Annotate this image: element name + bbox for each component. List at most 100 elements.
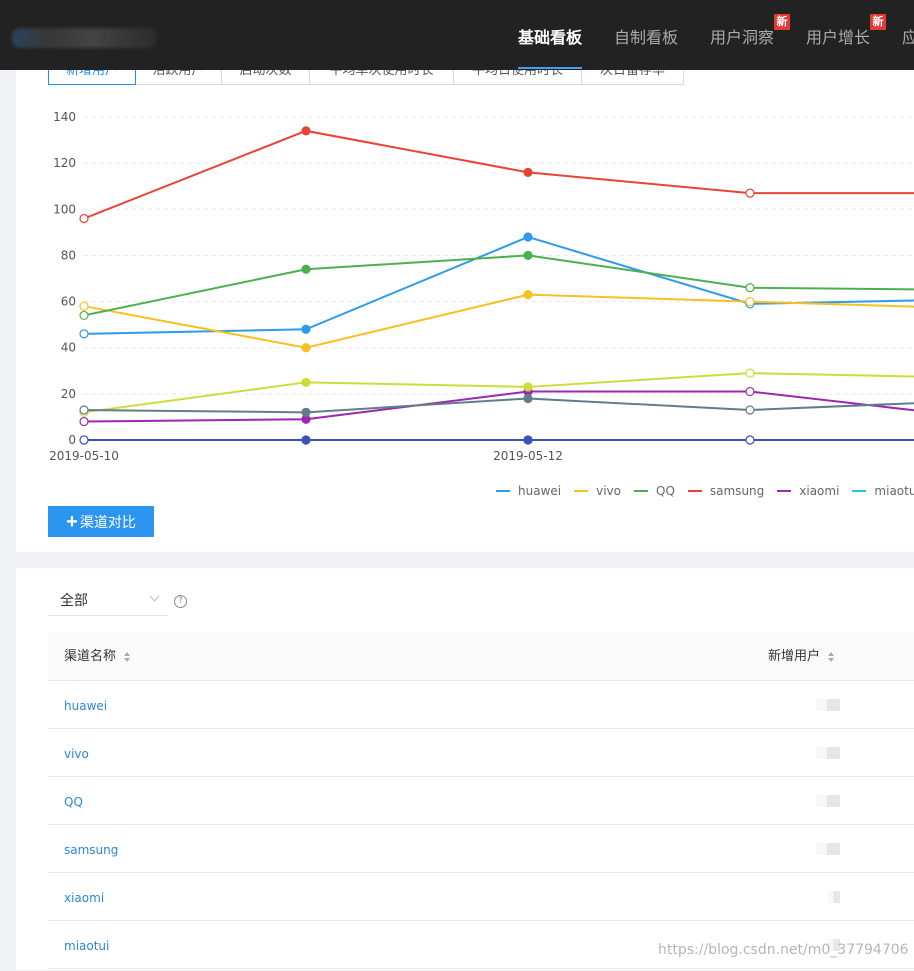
nav-item-label: 用户洞察 — [710, 28, 775, 47]
chart-card: 新增用户 活跃用户 启动次数 平均单次使用时长 平均日使用时长 次日留存率 0 20 40 60… — [16, 70, 914, 552]
new-users-value-redacted — [828, 891, 840, 903]
series-line-samsung — [83, 129, 914, 220]
data-point[interactable] — [745, 368, 755, 378]
data-point[interactable] — [523, 290, 533, 300]
x-tick-label: 2019-05-10 — [49, 449, 119, 463]
data-point[interactable] — [79, 435, 89, 445]
legend-label: vivo — [596, 484, 621, 498]
channel-name-link[interactable]: QQ — [64, 777, 83, 827]
data-point[interactable] — [523, 167, 533, 177]
nav-item-label: 用户增长 — [806, 28, 871, 47]
data-point[interactable] — [301, 264, 311, 274]
plus-icon: + — [66, 510, 78, 533]
series-line-QQ — [83, 254, 914, 317]
data-point[interactable] — [79, 405, 89, 415]
sort-icon — [828, 651, 835, 662]
nav-item-1[interactable]: 自制看板 — [614, 0, 678, 70]
nav-item-label: 应 — [902, 28, 914, 47]
channel-compare-label: 渠道对比 — [79, 513, 136, 530]
table-row: samsung — [48, 825, 914, 873]
channel-table-card: 全部 ? 渠道名称 新增用户 huawei vivo QQ samsung xiaomi… — [16, 568, 914, 970]
channel-compare-button[interactable]: + 渠道对比 — [48, 506, 154, 537]
nav-item-0[interactable]: 基础看板 — [518, 0, 583, 70]
legend-item[interactable]: xiaomi — [777, 484, 839, 498]
series-line-series-6 — [83, 372, 914, 414]
y-tick-label: 40 — [61, 341, 76, 355]
legend-label: samsung — [709, 484, 765, 498]
legend-item[interactable]: huawei — [496, 484, 561, 498]
channel-name-link[interactable]: huawei — [64, 681, 107, 731]
watermark: https://blog.csdn.net/m0_37794706 — [658, 942, 909, 958]
data-point[interactable] — [301, 126, 311, 136]
channel-name-link[interactable]: xiaomi — [64, 873, 104, 923]
legend-item[interactable]: QQ — [634, 484, 675, 498]
nav-item-3[interactable]: 用户增长新 — [806, 0, 886, 70]
series-line-huawei — [83, 235, 914, 335]
y-tick-label: 100 — [53, 202, 76, 216]
legend-swatch — [852, 490, 867, 492]
new-users-value-redacted — [816, 699, 840, 711]
data-point[interactable] — [745, 405, 755, 415]
nav-item-4[interactable]: 应 — [902, 0, 914, 70]
nav-item-label: 基础看板 — [518, 28, 583, 47]
y-tick-label: 60 — [61, 295, 76, 309]
new-users-value-redacted — [816, 795, 840, 807]
data-point[interactable] — [301, 324, 311, 334]
data-point[interactable] — [301, 435, 311, 445]
column-header-channel[interactable]: 渠道名称 — [64, 632, 131, 681]
y-tick-label: 20 — [61, 387, 76, 401]
channel-name-link[interactable]: miaotui — [64, 921, 109, 971]
chart-legend: huawei vivo QQ samsung xiaomi miaotui — [496, 484, 914, 498]
data-point[interactable] — [79, 416, 89, 427]
data-point[interactable] — [523, 435, 533, 445]
channel-filter-value: 全部 — [60, 592, 88, 609]
table-row: vivo — [48, 729, 914, 777]
legend-item[interactable]: miaotui — [852, 484, 914, 498]
data-point[interactable] — [79, 301, 89, 311]
legend-swatch — [777, 490, 792, 492]
series-line-series-7 — [83, 397, 914, 414]
new-users-value-redacted — [816, 843, 840, 855]
data-point[interactable] — [79, 329, 89, 339]
legend-swatch — [496, 490, 510, 492]
series-line-vivo — [83, 293, 914, 349]
legend-swatch — [634, 490, 648, 492]
channel-name-link[interactable]: vivo — [64, 729, 89, 779]
legend-item[interactable]: vivo — [574, 484, 621, 498]
question-circle-icon[interactable]: ? — [174, 595, 187, 608]
data-point[interactable] — [301, 343, 311, 353]
data-point[interactable] — [523, 250, 533, 261]
channel-name-link[interactable]: samsung — [64, 825, 118, 875]
table-row: huawei — [48, 681, 914, 729]
table-row: QQ — [48, 777, 914, 825]
line-chart: 0 20 40 60 80 100 120 140 2019-05-10 2019-05-12 — [49, 110, 914, 463]
legend-label: xiaomi — [799, 484, 840, 498]
data-point[interactable] — [79, 310, 89, 321]
y-tick-label: 140 — [53, 110, 76, 124]
data-point[interactable] — [745, 188, 755, 198]
nav-item-label: 自制看板 — [614, 28, 679, 47]
table-header: 渠道名称 新增用户 — [48, 632, 914, 681]
data-point[interactable] — [745, 283, 755, 293]
nav-item-2[interactable]: 用户洞察新 — [710, 0, 790, 70]
column-header-new-users[interactable]: 新增用户 — [768, 632, 835, 681]
legend-item[interactable]: samsung — [687, 484, 765, 498]
sort-icon — [124, 651, 131, 662]
data-point[interactable] — [745, 386, 755, 397]
x-tick-label: 2019-05-12 — [493, 449, 563, 463]
legend-swatch — [687, 490, 702, 492]
data-point[interactable] — [301, 407, 311, 417]
legend-label: miaotui — [874, 484, 914, 498]
y-tick-label: 0 — [68, 433, 76, 447]
data-point[interactable] — [745, 296, 755, 307]
channel-filter-select[interactable]: 全部 — [48, 584, 168, 616]
data-point[interactable] — [745, 435, 755, 445]
data-point[interactable] — [523, 382, 533, 392]
legend-label: QQ — [656, 484, 675, 498]
data-point[interactable] — [523, 232, 533, 242]
data-point[interactable] — [79, 213, 89, 224]
data-point[interactable] — [301, 377, 311, 387]
new-badge: 新 — [870, 14, 886, 30]
chevron-down-icon — [149, 591, 160, 602]
data-point[interactable] — [523, 393, 533, 404]
